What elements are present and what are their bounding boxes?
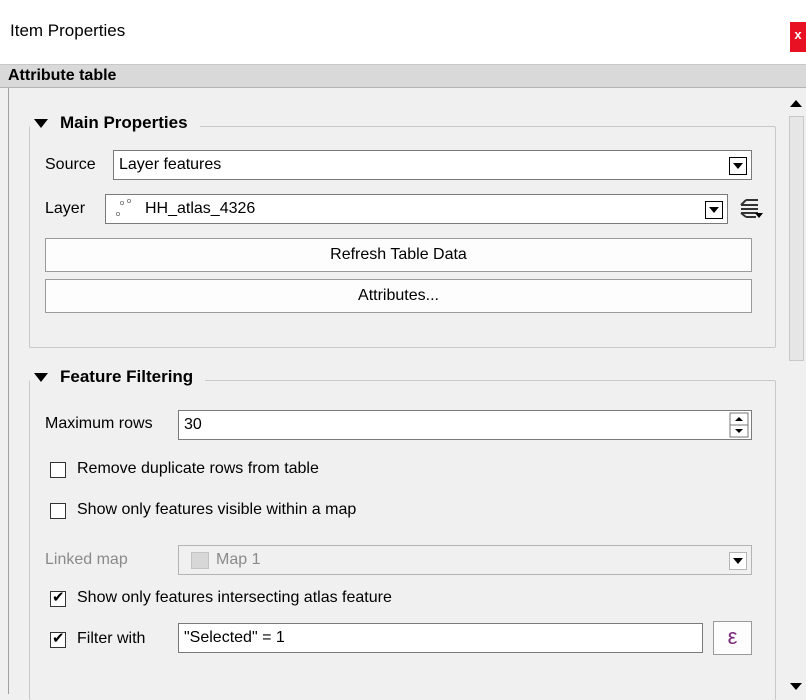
epsilon-icon: ε [727, 624, 738, 649]
source-value: Layer features [119, 156, 222, 173]
linked-map-value: Map 1 [216, 551, 261, 568]
linked-map-combobox: Map 1 [178, 545, 752, 575]
map-item-icon [191, 552, 209, 569]
collapse-triangle-icon[interactable] [34, 372, 48, 382]
remove-duplicates-label[interactable]: Remove duplicate rows from table [77, 460, 319, 478]
title-bar: Item Properties x [0, 0, 806, 64]
linked-map-label: Linked map [45, 551, 128, 568]
spin-arrows-icon[interactable] [729, 412, 749, 438]
filter-expression-input[interactable]: "Selected" = 1 [178, 623, 703, 653]
chevron-down-icon [729, 552, 747, 570]
properties-panel: Main Properties Source Layer features La… [8, 88, 785, 700]
layer-value: HH_atlas_4326 [145, 200, 256, 217]
maximum-rows-value: 30 [184, 416, 202, 433]
intersect-atlas-checkbox[interactable] [50, 588, 66, 607]
filter-with-checkbox[interactable] [50, 629, 66, 648]
expression-builder-button[interactable]: ε [713, 621, 752, 655]
chevron-down-icon[interactable] [705, 201, 723, 219]
panel-header: Attribute table [0, 64, 806, 88]
main-properties-group: Main Properties Source Layer features La… [29, 113, 776, 348]
maximum-rows-label: Maximum rows [45, 415, 153, 432]
collapse-triangle-icon[interactable] [34, 118, 48, 128]
window-title: Item Properties [10, 21, 126, 40]
scroll-up-arrow-icon[interactable] [790, 100, 802, 107]
attributes-button[interactable]: Attributes... [45, 279, 752, 313]
point-layer-icon [116, 198, 131, 216]
vertical-scrollbar[interactable] [786, 88, 806, 694]
filter-with-label[interactable]: Filter with [77, 630, 145, 648]
main-properties-title: Main Properties [60, 113, 188, 132]
close-button[interactable]: x [790, 22, 806, 52]
visible-in-map-label[interactable]: Show only features visible within a map [77, 501, 356, 519]
intersect-atlas-label[interactable]: Show only features intersecting atlas fe… [77, 589, 392, 607]
maximum-rows-spinbox[interactable]: 30 [178, 410, 752, 440]
refresh-table-data-button[interactable]: Refresh Table Data [45, 238, 752, 272]
filter-expression-value: "Selected" = 1 [184, 629, 285, 646]
scrollbar-thumb[interactable] [789, 116, 804, 361]
source-combobox[interactable]: Layer features [113, 150, 752, 180]
visible-in-map-checkbox[interactable] [50, 503, 66, 519]
chevron-down-icon[interactable] [729, 157, 747, 175]
layer-label: Layer [45, 200, 86, 217]
scroll-down-arrow-icon[interactable] [790, 683, 802, 690]
layer-combobox[interactable]: HH_atlas_4326 [105, 194, 728, 224]
main-properties-header[interactable]: Main Properties [30, 113, 200, 133]
feature-filtering-title: Feature Filtering [60, 367, 194, 386]
attribute-table-menu-icon[interactable] [738, 197, 764, 221]
feature-filtering-header[interactable]: Feature Filtering [30, 367, 206, 387]
feature-filtering-group: Feature Filtering Maximum rows 30 Remove… [29, 367, 776, 700]
remove-duplicates-checkbox[interactable] [50, 462, 66, 478]
source-label: Source [45, 156, 96, 173]
